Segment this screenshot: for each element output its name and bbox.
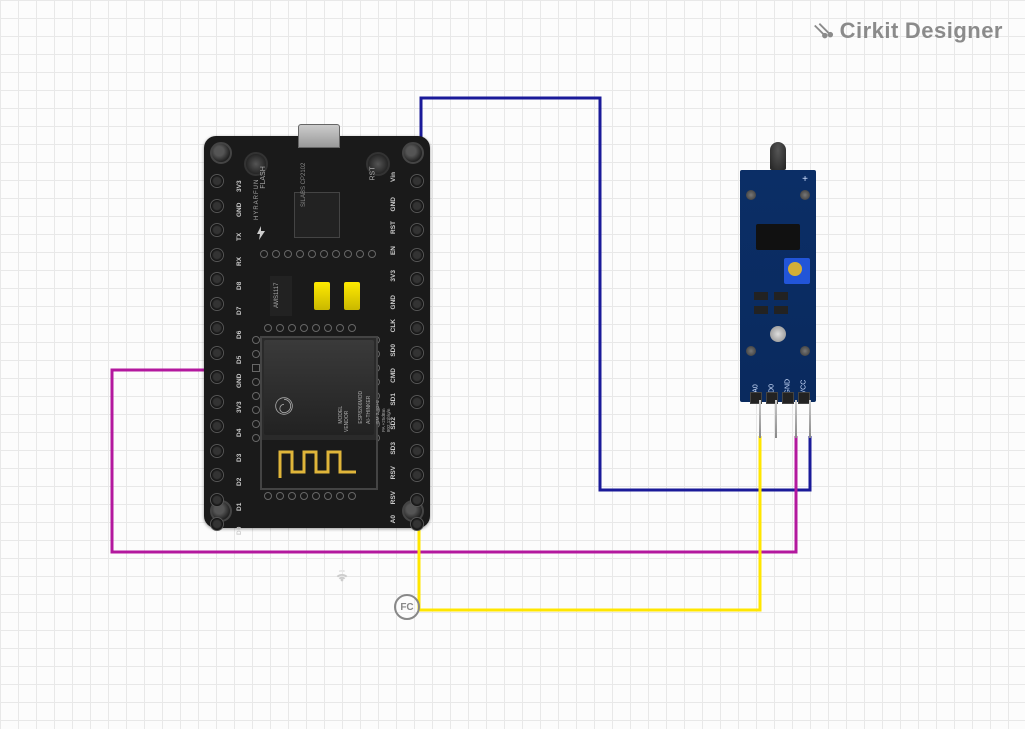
pin-rx[interactable]: [210, 248, 224, 262]
pin-gnd-r[interactable]: [410, 199, 424, 213]
pin-d5[interactable]: [210, 346, 224, 360]
ams-label: AMS1117: [274, 283, 280, 308]
sensor-lead: [809, 400, 811, 438]
mounting-hole: [800, 346, 810, 356]
pin-tx[interactable]: [210, 223, 224, 237]
capacitor: [344, 282, 360, 310]
watermark: Cirkit Designer: [812, 18, 1003, 44]
sensor-pin-gnd[interactable]: [782, 392, 794, 404]
left-pin-labels: 3V3GNDTXRXD8D7D6D5GND3V3D4D3D2D1D0: [230, 175, 250, 532]
smd-row: [260, 250, 376, 258]
brand-name-2: Designer: [905, 18, 1003, 44]
right-pin-labels: VinGNDRSTEN3V3GNDCLKSD0CMDSD1SD2SD3RSVRS…: [384, 175, 404, 532]
bolt-icon: [256, 226, 266, 240]
pin-d7[interactable]: [210, 297, 224, 311]
rst-label: RST: [370, 167, 377, 181]
esp8266-module: Wi Fi ESP8266MOD AI-THINKER ISM 2.4GHz P…: [260, 336, 378, 490]
pin-d2[interactable]: [210, 468, 224, 482]
mounting-hole: [402, 142, 424, 164]
resistor-smd: [754, 292, 768, 300]
brand-name-1: Cirkit: [840, 18, 899, 44]
flame-sensor-module[interactable]: + A0 D0 GND VCC: [740, 170, 816, 402]
grid-background: [0, 0, 1025, 729]
right-pin-header[interactable]: [410, 174, 424, 531]
polarity-marker: +: [802, 174, 808, 185]
cp2102-chip: [294, 192, 340, 238]
pin-cmd[interactable]: [410, 370, 424, 384]
pin-vin[interactable]: [410, 174, 424, 188]
mounting-hole: [210, 142, 232, 164]
left-pin-header[interactable]: [210, 174, 224, 531]
pin-d3[interactable]: [210, 444, 224, 458]
pin-d6[interactable]: [210, 321, 224, 335]
pin-sd2[interactable]: [410, 419, 424, 433]
pin-gnd[interactable]: [210, 199, 224, 213]
mounting-hole: [800, 190, 810, 200]
mounting-hole: [746, 346, 756, 356]
pin-3v3-r[interactable]: [410, 272, 424, 286]
resistor-smd: [754, 306, 768, 314]
pin-sd0[interactable]: [410, 346, 424, 360]
resistor-smd: [774, 292, 788, 300]
ir-receiver-icon: [770, 142, 786, 170]
sensor-lead: [795, 400, 797, 438]
fcc-logo: FC: [394, 594, 420, 620]
pcb-antenna-icon: [276, 446, 362, 482]
resistor-smd: [774, 306, 788, 314]
pin-d4[interactable]: [210, 419, 224, 433]
pin-en[interactable]: [410, 248, 424, 262]
header-row: [264, 324, 356, 332]
sensor-pin-labels: A0 D0 GND VCC: [750, 385, 810, 392]
pin-gnd-2[interactable]: [210, 370, 224, 384]
pin-d1[interactable]: [210, 493, 224, 507]
pin-d0[interactable]: [210, 517, 224, 531]
circuit-icon: [812, 20, 834, 42]
pin-sd1[interactable]: [410, 395, 424, 409]
model-label: MODEL VENDOR: [332, 406, 356, 432]
pin-gnd-r2[interactable]: [410, 297, 424, 311]
pin-rst[interactable]: [410, 223, 424, 237]
pin-3v3[interactable]: [210, 174, 224, 188]
pin-rsv2[interactable]: [410, 493, 424, 507]
sensor-lead: [775, 400, 777, 438]
flash-label: FLASH: [260, 166, 267, 189]
pin-3v3-2[interactable]: [210, 395, 224, 409]
capacitor: [314, 282, 330, 310]
comparator-ic: [756, 224, 800, 250]
potentiometer[interactable]: [784, 258, 810, 284]
pin-sd3[interactable]: [410, 444, 424, 458]
pin-clk[interactable]: [410, 321, 424, 335]
svg-text:Wi Fi: Wi Fi: [339, 569, 345, 573]
sensor-lead: [759, 400, 761, 438]
header-col-left: [252, 336, 260, 442]
ai-thinker-logo-icon: [274, 396, 294, 416]
mounting-hole: [746, 190, 756, 200]
indicator-led: [770, 326, 786, 342]
nodemcu-board[interactable]: FLASH RST AMS1117: [204, 136, 430, 528]
wifi-icon: Wi Fi: [334, 568, 350, 584]
pin-d8[interactable]: [210, 272, 224, 286]
header-row: [264, 492, 356, 500]
pin-rsv1[interactable]: [410, 468, 424, 482]
pin-a0[interactable]: [410, 517, 424, 531]
side-text: HYRARFUN: [254, 179, 260, 220]
usb-port: [298, 124, 340, 148]
